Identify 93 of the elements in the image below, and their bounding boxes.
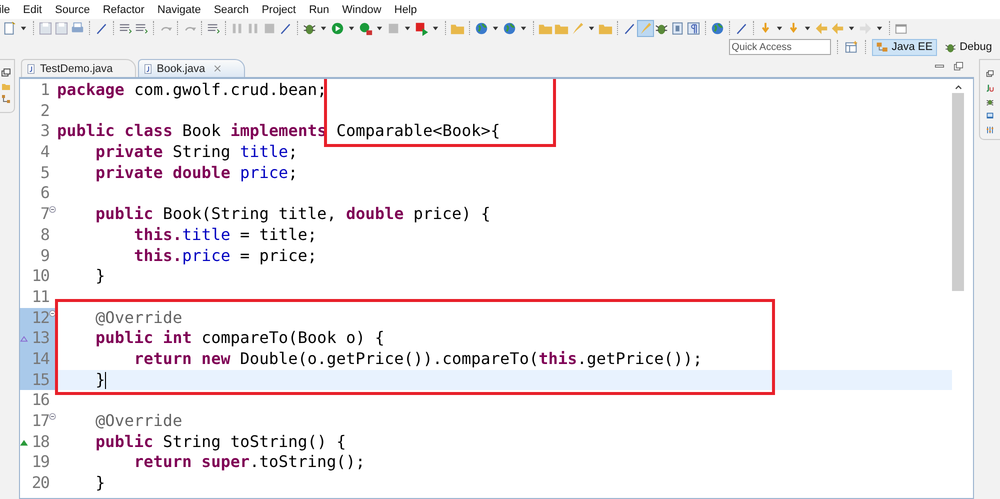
run-icon[interactable] (330, 20, 345, 36)
caret-icon[interactable] (876, 24, 883, 32)
code-line: return super.toString(); (133, 452, 366, 474)
menu-item[interactable]: Window (336, 4, 388, 16)
code-line: private String title; (94, 142, 299, 163)
caret-icon[interactable] (804, 24, 811, 32)
perspective-button[interactable]: Java EE (872, 38, 937, 56)
code-line: @Override (94, 308, 184, 328)
perspective-button[interactable]: Debug (940, 38, 996, 56)
menu-item[interactable]: Run (302, 4, 336, 16)
line-number: 12 (30, 308, 49, 328)
code-line: public Book(String title, double price) { (94, 204, 492, 225)
java-file-icon (142, 62, 153, 74)
collapse-icon[interactable] (49, 206, 56, 214)
printer-icon[interactable] (70, 20, 85, 36)
new-file-icon[interactable] (2, 20, 17, 36)
line-number: 11 (30, 286, 49, 308)
menu-item[interactable]: Edit (17, 4, 49, 16)
open-perspective-icon[interactable] (844, 40, 859, 54)
caret-icon[interactable] (492, 24, 499, 32)
run-icon[interactable] (358, 20, 373, 36)
line-number: 5 (39, 162, 49, 184)
scroll-thumb[interactable] (952, 93, 964, 291)
menu-item[interactable]: Navigate (151, 4, 208, 16)
caret-icon[interactable] (432, 24, 439, 32)
line-number: 14 (30, 348, 49, 370)
caret-icon[interactable] (376, 24, 383, 32)
menu-item[interactable]: Project (256, 4, 303, 16)
caret-icon[interactable] (776, 24, 783, 32)
line-number: 13 (30, 328, 49, 349)
maximize-icon[interactable] (953, 60, 964, 72)
line-number: 17 (30, 411, 49, 432)
save-icon[interactable] (54, 20, 69, 36)
menu-item[interactable]: Help (388, 4, 424, 16)
menu-item[interactable]: Source (48, 4, 97, 16)
line-number: 4 (39, 142, 49, 163)
caret-icon[interactable] (520, 24, 527, 32)
line-number: 3 (39, 121, 49, 142)
bug-icon[interactable] (985, 98, 995, 106)
caret-icon[interactable] (20, 24, 27, 32)
line-number: 1 (39, 80, 49, 101)
java-file-icon (26, 62, 36, 74)
collapse-icon[interactable] (49, 413, 56, 420)
caret-icon[interactable] (588, 24, 595, 32)
quick-access-field[interactable]: Quick Access (728, 39, 831, 55)
text-cursor (105, 372, 106, 389)
line-number: 9 (39, 246, 49, 266)
boxes-icon (876, 40, 889, 54)
pilcrow-icon[interactable] (686, 20, 701, 36)
line-number: 20 (30, 473, 49, 494)
code-line: this.price = price; (133, 246, 318, 266)
menu-item[interactable]: Refactor (96, 4, 152, 16)
code-line: public String toString() { (94, 432, 347, 452)
sliders-icon[interactable] (985, 126, 995, 134)
menu-item[interactable]: Search (208, 4, 256, 16)
line-number: 10 (30, 266, 49, 287)
globe-icon[interactable] (474, 20, 489, 36)
monitor-icon[interactable] (985, 112, 995, 120)
line-number: 16 (30, 390, 49, 412)
junit-icon-drawing[interactable] (985, 84, 995, 92)
code-line: this.title = title; (133, 224, 318, 246)
line-number: 7 (39, 204, 49, 225)
menu-item[interactable]: ile (0, 4, 18, 16)
code-line: return new Double(o.getPrice()).compareTo(this.getPrice()); (133, 348, 704, 370)
restore-icon[interactable] (985, 70, 995, 78)
line-number: 19 (30, 452, 49, 474)
line-number: 8 (39, 224, 49, 246)
code-line: } (94, 266, 106, 287)
caret-icon[interactable] (848, 24, 855, 32)
code-line: public class Book implements Comparable<Book>{ (56, 121, 502, 142)
line-number: 15 (30, 370, 49, 390)
code-line: } (94, 473, 106, 494)
hierarchy-icon[interactable] (1, 94, 11, 104)
collapse-icon[interactable] (49, 310, 56, 317)
caret-icon[interactable] (348, 24, 355, 32)
line-number: 2 (39, 100, 49, 122)
code-line: @Override (94, 411, 184, 432)
globe-icon[interactable] (502, 20, 517, 36)
run-icon[interactable] (414, 20, 429, 36)
caret-icon[interactable] (404, 24, 411, 32)
code-line: private double price; (94, 162, 299, 184)
save-icon[interactable] (38, 20, 53, 36)
close-icon[interactable] (213, 64, 222, 73)
editor-tab[interactable]: TestDemo.java (21, 59, 136, 77)
globe-icon[interactable] (710, 20, 725, 36)
code-line: package com.gwolf.crud.bean; (56, 80, 328, 101)
line-number: 18 (30, 432, 49, 452)
line-number: 6 (39, 183, 49, 204)
caret-icon[interactable] (320, 24, 327, 32)
code-line: public int compareTo(Book o) { (94, 328, 386, 349)
restore-icon[interactable] (1, 68, 11, 78)
editor-tab[interactable]: Book.java (138, 59, 246, 77)
scroll-up-icon[interactable] (954, 84, 962, 90)
